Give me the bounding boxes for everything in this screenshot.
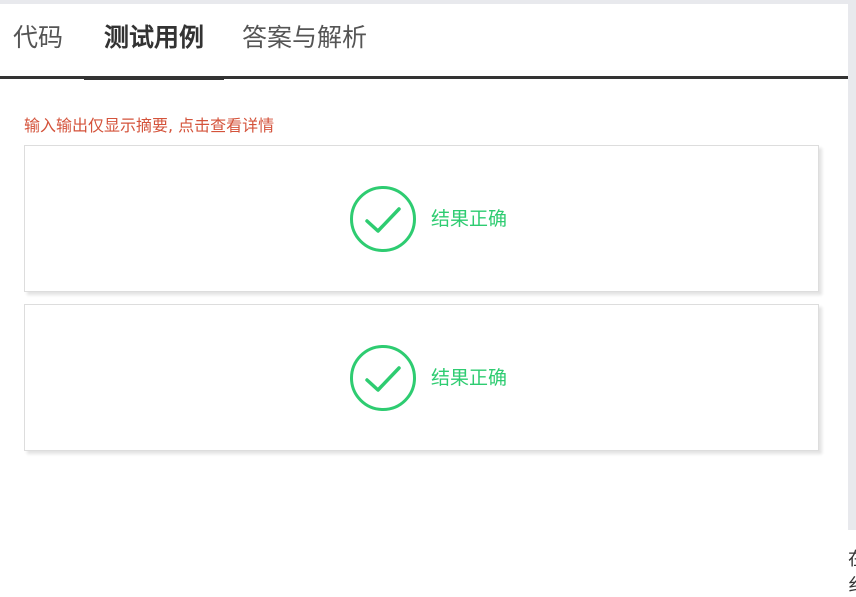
- tab-bar: 代码 测试用例 答案与解析: [0, 4, 848, 80]
- check-circle-icon: [350, 345, 416, 411]
- tab-test-cases[interactable]: 测试用例: [84, 4, 224, 80]
- result-status: 结果正确: [431, 208, 508, 230]
- tab-code[interactable]: 代码: [13, 4, 67, 76]
- summary-hint: 输入输出仅显示摘要, 点击查看详情: [24, 116, 275, 135]
- tab-divider: [0, 76, 848, 79]
- result-status: 结果正确: [431, 367, 508, 389]
- tab-answer-analysis[interactable]: 答案与解析: [242, 4, 374, 76]
- test-case-result-card[interactable]: 结果正确: [24, 145, 819, 292]
- right-panel-edge: [848, 4, 856, 530]
- check-circle-icon: [350, 186, 416, 252]
- clipped-edge-text: 纟: [848, 571, 856, 597]
- test-case-result-card[interactable]: 结果正确: [24, 304, 819, 451]
- clipped-edge-text: 在: [848, 545, 856, 571]
